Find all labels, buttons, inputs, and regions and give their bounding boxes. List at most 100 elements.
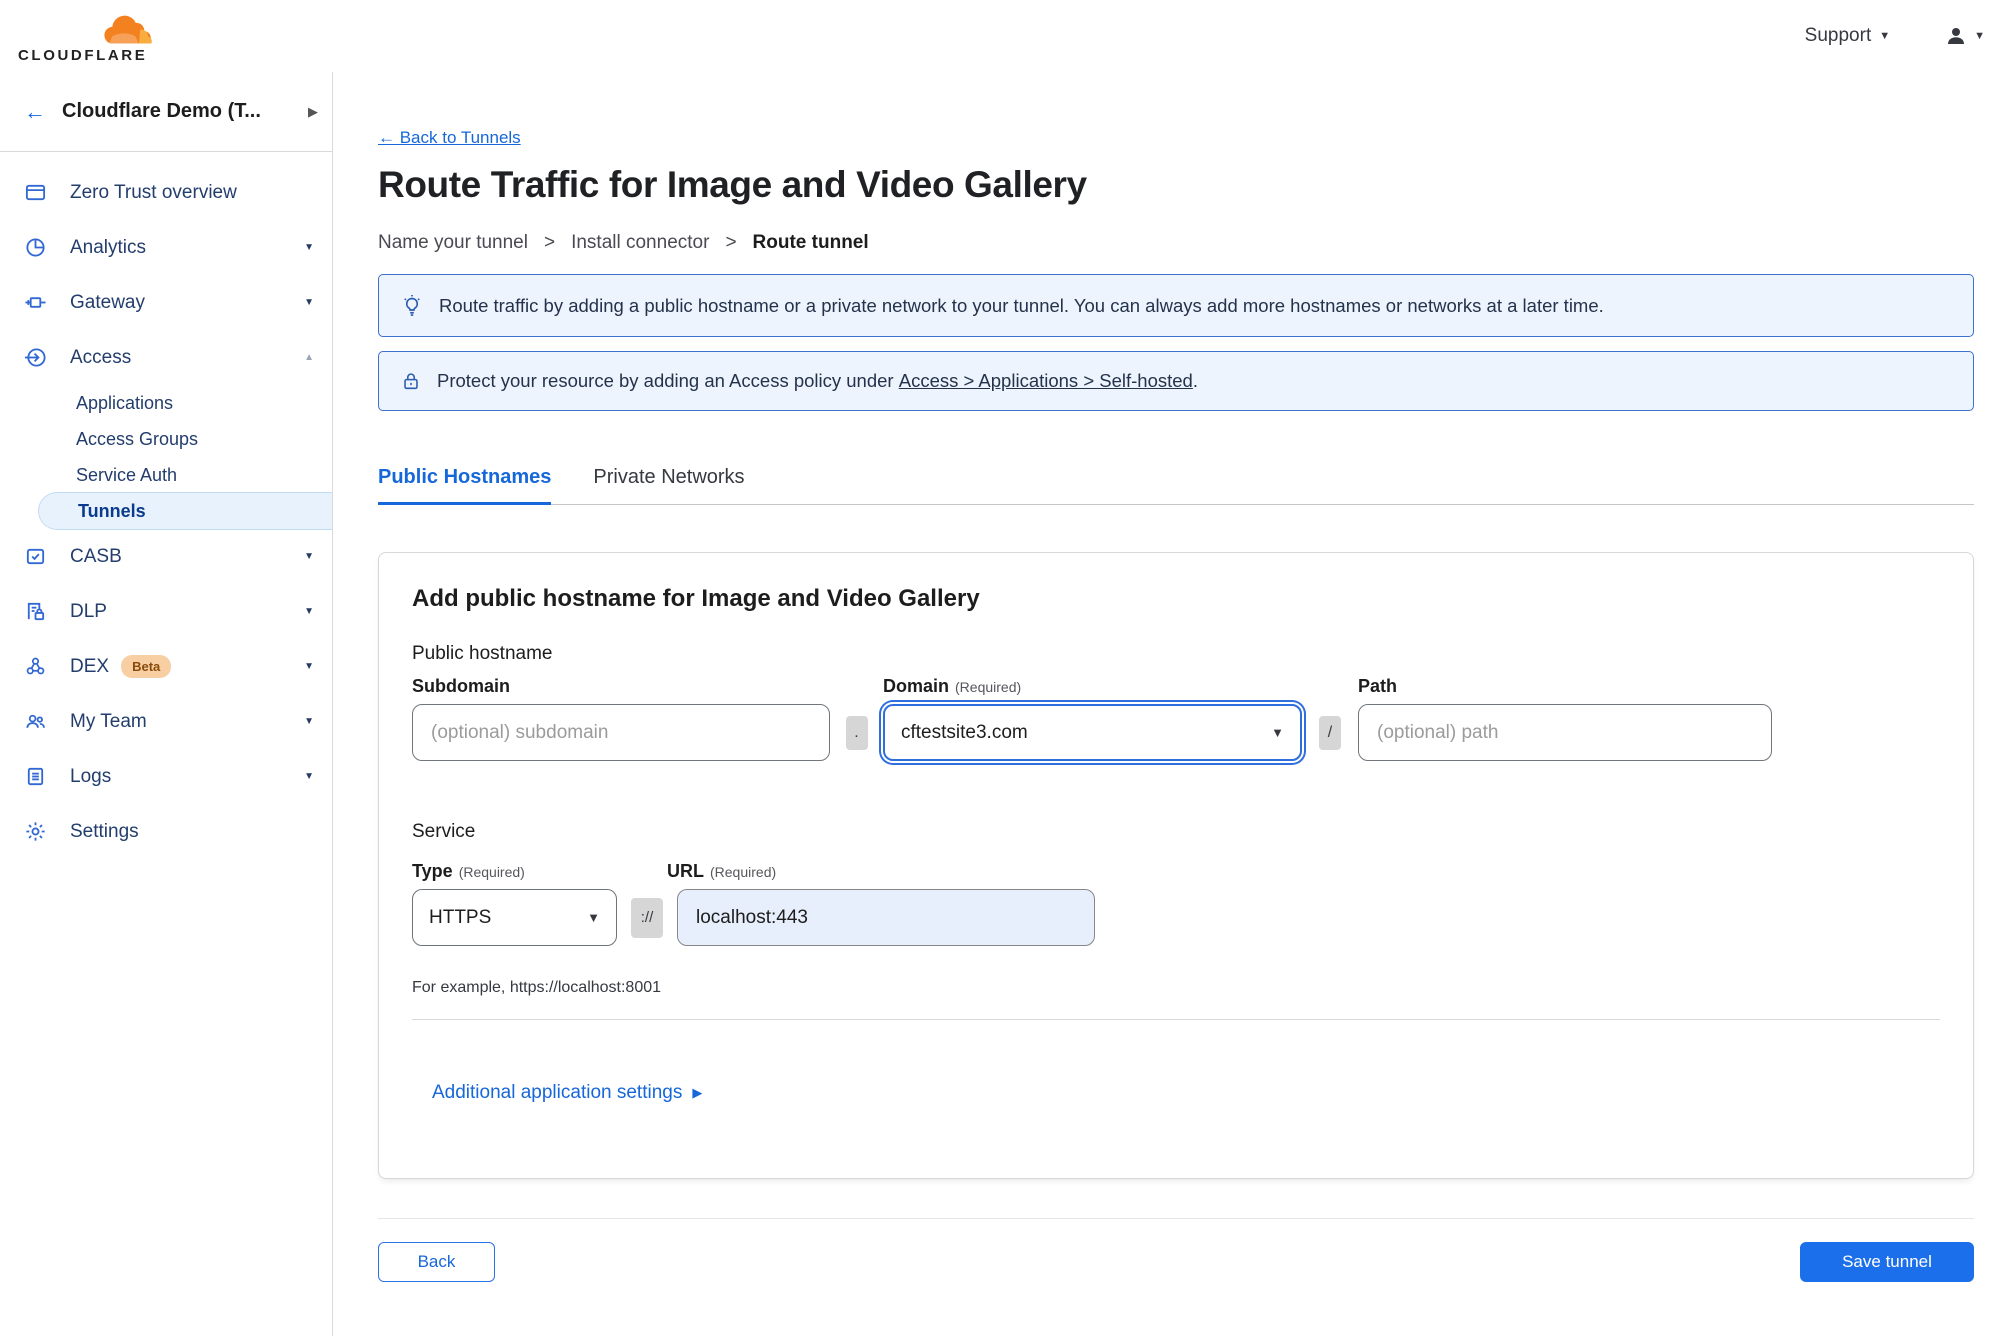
sidebar-item-label: Zero Trust overview (70, 181, 237, 203)
support-label: Support (1804, 25, 1872, 46)
service-field-labels: Type (Required) URL (Required) (412, 861, 1940, 882)
sidebar-subitem-label: Applications (76, 392, 174, 413)
access-applications-self-hosted-link[interactable]: Access > Applications > Self-hosted (899, 370, 1193, 391)
hostname-tabs: Public Hostnames Private Networks (378, 465, 1974, 505)
cloudflare-logo[interactable]: CLOUDFLARE (18, 10, 158, 63)
sidebar-item-analytics[interactable]: Analytics ▼ (0, 220, 332, 275)
type-label: Type (Required) (412, 861, 525, 881)
cloudflare-logo-text: CLOUDFLARE (18, 46, 148, 64)
sidebar-item-logs[interactable]: Logs ▼ (0, 749, 332, 804)
chevron-down-icon: ▼ (1879, 30, 1891, 42)
top-bar: CLOUDFLARE Support ▼ ▼ (0, 0, 1999, 72)
tab-private-networks[interactable]: Private Networks (593, 466, 744, 505)
expand-account-icon[interactable]: ▶ (308, 104, 318, 120)
cloudflare-cloud-icon (18, 10, 158, 46)
service-type-select[interactable]: HTTPS ▼ (412, 889, 617, 946)
additional-application-settings-toggle[interactable]: Additional application settings ▶ (412, 1082, 1940, 1104)
sidebar-subitem-label: Access Groups (76, 428, 199, 449)
breadcrumb-step-install-connector[interactable]: Install connector (571, 232, 709, 254)
breadcrumb-step-name-your-tunnel[interactable]: Name your tunnel (378, 232, 528, 254)
chevron-down-icon: ▼ (304, 297, 314, 308)
sidebar-item-dex[interactable]: DEX Beta ▼ (0, 639, 332, 694)
logs-document-icon (22, 765, 48, 788)
public-hostname-section-label: Public hostname (412, 643, 553, 664)
sidebar-item-label: My Team (70, 710, 147, 732)
subdomain-input[interactable] (412, 704, 830, 761)
lightbulb-icon (400, 294, 424, 318)
chevron-up-icon: ▲ (304, 352, 314, 363)
info-banner-route-traffic: Route traffic by adding a public hostnam… (378, 274, 1974, 337)
sidebar-item-label: Analytics (70, 236, 147, 258)
url-example-hint: For example, https://localhost:8001 (412, 979, 662, 996)
service-field-row: HTTPS ▼ :// (412, 889, 1940, 946)
path-input[interactable] (1358, 704, 1772, 761)
chevron-down-icon: ▼ (304, 242, 314, 253)
service-url-input[interactable] (677, 889, 1095, 946)
domain-select-value: cftestsite3.com (901, 721, 1028, 743)
lock-icon (400, 370, 422, 392)
back-button[interactable]: Back (378, 1242, 495, 1282)
breadcrumb-separator: > (725, 232, 737, 253)
subdomain-label: Subdomain (412, 676, 510, 696)
sidebar-item-casb[interactable]: CASB ▼ (0, 529, 332, 584)
sidebar-item-tunnels-active[interactable]: Tunnels (0, 492, 332, 530)
sidebar-nav: Zero Trust overview Analytics ▼ Gateway … (0, 152, 332, 859)
sidebar-item-gateway[interactable]: Gateway ▼ (0, 275, 332, 330)
dot-separator: . (845, 715, 868, 750)
banner-text: Protect your resource by adding an Acces… (437, 370, 1198, 391)
dex-network-icon (22, 655, 48, 678)
sidebar-item-label: CASB (70, 545, 122, 567)
required-hint: (Required) (710, 864, 777, 880)
service-section-label: Service (412, 821, 476, 842)
account-name: Cloudflare Demo (T... (62, 100, 261, 122)
chevron-down-icon: ▼ (304, 661, 314, 672)
chevron-down-icon: ▼ (304, 771, 314, 782)
scheme-separator: :// (631, 897, 663, 938)
domain-label: Domain (Required) (883, 676, 1022, 696)
user-icon (1944, 24, 1968, 48)
sidebar-item-label: DLP (70, 600, 107, 622)
sidebar-item-settings[interactable]: Settings (0, 804, 332, 859)
user-account-menu[interactable]: ▼ (1944, 24, 1985, 48)
chevron-down-icon: ▼ (587, 910, 600, 925)
page-title: Route Traffic for Image and Video Galler… (378, 164, 1087, 205)
hostname-field-row: . cftestsite3.com ▼ / (412, 704, 1940, 761)
breadcrumb-step-route-tunnel: Route tunnel (752, 232, 869, 253)
banner-text: Route traffic by adding a public hostnam… (439, 294, 1604, 316)
sidebar-item-access[interactable]: Access ▲ (0, 330, 332, 385)
required-hint: (Required) (458, 864, 525, 880)
sidebar-item-label: Access (70, 346, 132, 368)
sidebar-item-dlp[interactable]: DLP ▼ (0, 584, 332, 639)
info-banner-access-policy: Protect your resource by adding an Acces… (378, 351, 1974, 411)
sidebar-item-label: DEX (70, 655, 110, 677)
additional-settings-label: Additional application settings (432, 1082, 683, 1103)
footer-actions: Back Save tunnel (378, 1242, 1974, 1282)
service-type-value: HTTPS (429, 906, 492, 928)
cloudflare-zero-trust-app: CLOUDFLARE Support ▼ ▼ ← Cloudflare Demo (0, 0, 1999, 1336)
url-label: URL (Required) (667, 861, 777, 881)
tab-public-hostnames[interactable]: Public Hostnames (378, 466, 552, 505)
sidebar-item-applications[interactable]: Applications (0, 385, 332, 421)
card-divider (412, 1019, 1940, 1020)
support-menu[interactable]: Support ▼ (1805, 25, 1890, 47)
back-arrow-icon[interactable]: ← (24, 99, 46, 125)
sidebar-item-access-groups[interactable]: Access Groups (0, 421, 332, 457)
sidebar-item-label: Settings (70, 820, 139, 842)
sidebar-account-header: ← Cloudflare Demo (T... ▶ (0, 72, 332, 152)
back-to-tunnels-link[interactable]: ← Back to Tunnels (378, 128, 521, 148)
chevron-down-icon: ▼ (1974, 30, 1985, 42)
wizard-breadcrumb: Name your tunnel > Install connector > R… (378, 232, 1973, 254)
breadcrumb-separator: > (543, 232, 556, 253)
sidebar-item-my-team[interactable]: My Team ▼ (0, 694, 332, 749)
chevron-down-icon: ▼ (1271, 725, 1284, 740)
save-tunnel-button[interactable]: Save tunnel (1800, 1242, 1974, 1282)
sidebar-item-zero-trust-overview[interactable]: Zero Trust overview (0, 165, 332, 220)
chevron-down-icon: ▼ (304, 606, 314, 617)
hostname-field-labels: Subdomain Domain (Required) Path (412, 676, 1940, 697)
gear-icon (22, 820, 48, 843)
people-icon (22, 710, 48, 733)
overview-window-icon (22, 181, 48, 204)
sidebar-subitem-label: Tunnels (78, 500, 146, 521)
domain-select[interactable]: cftestsite3.com ▼ (883, 704, 1302, 761)
sidebar-item-service-auth[interactable]: Service Auth (0, 457, 332, 493)
